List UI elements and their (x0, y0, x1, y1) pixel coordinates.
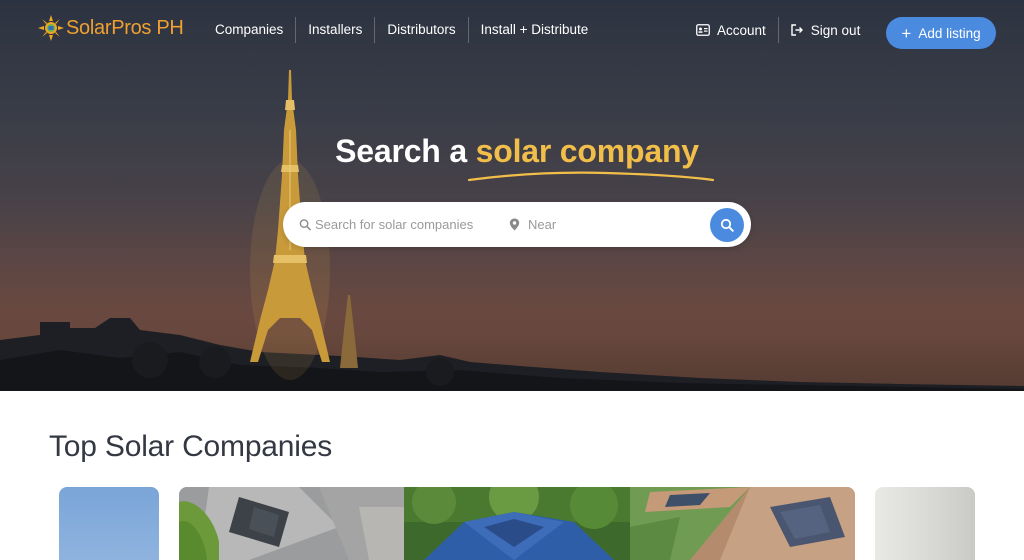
add-listing-label: Add listing (918, 25, 981, 41)
company-card[interactable] (630, 487, 855, 560)
hero-headline: Search a solar company (0, 133, 1024, 170)
brand-name: SolarPros PH (66, 16, 184, 39)
headline-prefix: Search a (335, 133, 476, 169)
card-image (630, 487, 855, 560)
nav-link-companies[interactable]: Companies (203, 17, 297, 43)
sign-out-link[interactable]: Sign out (779, 17, 873, 43)
company-card[interactable] (404, 487, 630, 560)
card-image (404, 487, 630, 560)
account-link[interactable]: Account (684, 17, 779, 43)
account-label: Account (717, 22, 766, 38)
sign-out-icon (791, 24, 803, 36)
section-title: Top Solar Companies (49, 430, 333, 463)
search-icon (720, 218, 734, 232)
location-search-input[interactable] (528, 217, 698, 232)
user-nav: Account Sign out (684, 17, 872, 43)
nav-link-distributors[interactable]: Distributors (375, 17, 469, 43)
search-bar (283, 202, 751, 247)
headline-underline-decoration (467, 171, 715, 182)
sign-out-label: Sign out (810, 22, 861, 38)
company-card[interactable] (875, 487, 975, 560)
company-card[interactable] (59, 487, 159, 560)
search-submit-button[interactable] (710, 208, 744, 242)
company-search-field (299, 202, 477, 247)
nav-link-install-distribute[interactable]: Install + Distribute (469, 17, 601, 43)
main-nav-links: Companies Installers Distributors Instal… (203, 17, 600, 43)
account-card-icon (696, 24, 710, 36)
add-listing-button[interactable]: + Add listing (886, 17, 996, 49)
plus-icon: + (901, 23, 912, 43)
company-card[interactable] (179, 487, 404, 560)
location-search-field (509, 202, 699, 247)
company-search-input[interactable] (315, 217, 477, 232)
sun-logo-icon (38, 15, 64, 41)
nav-link-installers[interactable]: Installers (296, 17, 376, 43)
top-navigation: SolarPros PH Companies Installers Distri… (0, 0, 1024, 62)
brand-logo[interactable]: SolarPros PH (38, 14, 184, 42)
location-pin-icon (509, 218, 520, 231)
headline-accent: solar company (475, 133, 699, 169)
card-image (179, 487, 404, 560)
search-icon (299, 219, 311, 231)
